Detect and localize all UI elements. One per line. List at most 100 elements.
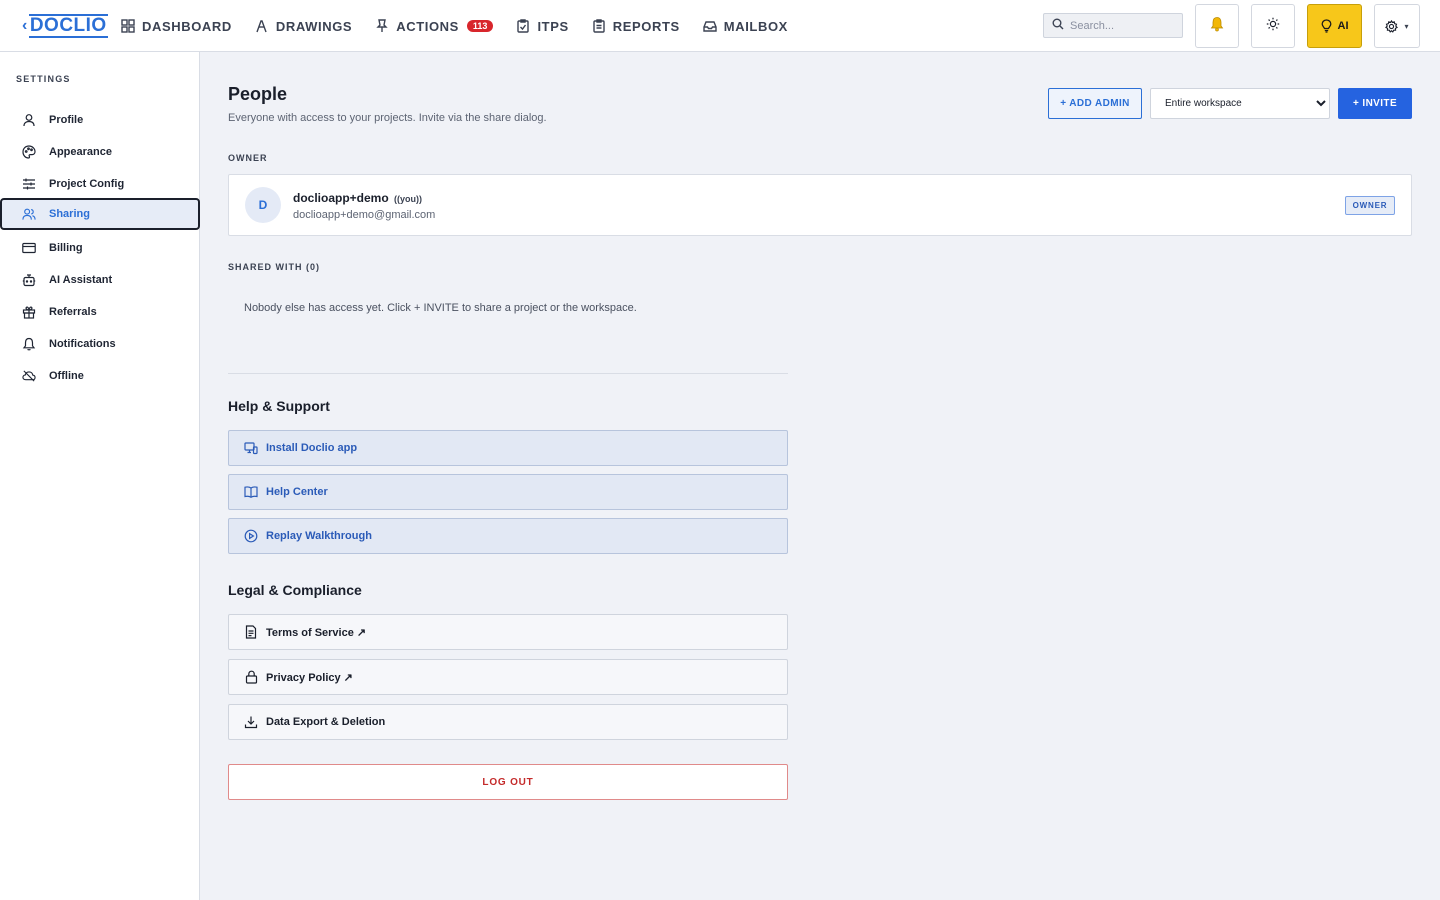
nav-dashboard[interactable]: DASHBOARD xyxy=(120,18,232,34)
legal-section-title: Legal & Compliance xyxy=(228,582,362,598)
bot-icon xyxy=(22,273,36,287)
link-label: Privacy Policy ↗ xyxy=(266,671,353,684)
nav-label: ITPS xyxy=(537,18,569,34)
sidebar-item-billing[interactable]: Billing xyxy=(0,232,200,264)
document-icon xyxy=(244,625,258,639)
sidebar-item-label: Notifications xyxy=(49,338,116,350)
notifications-button[interactable] xyxy=(1195,4,1239,48)
privacy-policy-link[interactable]: Privacy Policy ↗ xyxy=(228,659,788,695)
sidebar-item-appearance[interactable]: Appearance xyxy=(0,136,200,168)
theme-toggle-button[interactable] xyxy=(1251,4,1295,48)
doclio-logo[interactable]: ‹ DOCLIO xyxy=(22,12,108,40)
replay-walkthrough-link[interactable]: Replay Walkthrough xyxy=(228,518,788,554)
sidebar-item-label: Sharing xyxy=(49,208,90,220)
pin-icon xyxy=(374,18,390,34)
settings-menu-button[interactable]: ▾ xyxy=(1374,4,1420,48)
logo-chevron: ‹ xyxy=(22,17,28,34)
search-box[interactable] xyxy=(1043,13,1183,38)
nav-label: ACTIONS xyxy=(396,18,459,34)
sidebar-heading: SETTINGS xyxy=(16,74,71,84)
owner-name-line: doclioapp+demo ((you)) xyxy=(293,191,422,205)
gear-icon xyxy=(1385,19,1399,33)
install-app-link[interactable]: Install Doclio app xyxy=(228,430,788,466)
nav-itps[interactable]: ITPS xyxy=(515,18,568,34)
sidebar-item-sharing[interactable]: Sharing xyxy=(0,198,200,230)
palette-icon xyxy=(22,145,36,159)
scope-select[interactable]: Entire workspace xyxy=(1150,88,1330,119)
owner-name: doclioapp+demo xyxy=(293,191,389,205)
main-nav: DASHBOARD DRAWINGS ACTIONS 113 ITPS REPO… xyxy=(120,0,810,52)
shared-section-label: SHARED WITH (0) xyxy=(228,262,320,272)
owner-section-label: OWNER xyxy=(228,153,268,163)
top-bar: ‹ DOCLIO DASHBOARD DRAWINGS ACTIONS 113 xyxy=(0,0,1440,52)
monitor-phone-icon xyxy=(244,441,258,455)
lightbulb-icon xyxy=(1321,19,1332,33)
nav-label: REPORTS xyxy=(612,18,680,34)
nav-actions[interactable]: ACTIONS 113 xyxy=(374,18,494,34)
help-center-link[interactable]: Help Center xyxy=(228,474,788,510)
avatar: D xyxy=(245,187,281,223)
sidebar-item-label: Billing xyxy=(49,242,83,254)
log-out-button[interactable]: LOG OUT xyxy=(228,764,788,800)
link-label: Terms of Service ↗ xyxy=(266,626,367,639)
sidebar-item-project-config[interactable]: Project Config xyxy=(0,168,200,200)
sidebar-item-label: Project Config xyxy=(49,178,125,190)
play-circle-icon xyxy=(244,529,258,543)
page-subtitle: Everyone with access to your projects. I… xyxy=(228,112,547,124)
nav-label: DASHBOARD xyxy=(142,18,232,34)
settings-sidebar: SETTINGS Profile Appearance Project Conf… xyxy=(0,52,200,900)
search-input[interactable] xyxy=(1070,19,1170,32)
cloud-off-icon xyxy=(22,369,36,383)
ai-label: AI xyxy=(1337,20,1349,32)
gift-icon xyxy=(22,305,36,319)
lock-icon xyxy=(244,670,258,684)
sidebar-item-label: AI Assistant xyxy=(49,274,113,286)
data-export-deletion-link[interactable]: Data Export & Deletion xyxy=(228,704,788,740)
sun-icon xyxy=(1266,17,1280,36)
nav-reports[interactable]: REPORTS xyxy=(591,18,680,34)
owner-email: doclioapp+demo@gmail.com xyxy=(293,209,436,221)
bell-icon xyxy=(1209,16,1225,37)
sidebar-item-label: Referrals xyxy=(49,306,97,318)
sidebar-item-offline[interactable]: Offline xyxy=(0,360,200,392)
section-divider xyxy=(228,373,788,374)
bell-icon xyxy=(22,337,36,351)
help-section-title: Help & Support xyxy=(228,398,330,414)
link-label: Replay Walkthrough xyxy=(266,530,372,542)
sidebar-item-profile[interactable]: Profile xyxy=(0,104,200,136)
link-label: Data Export & Deletion xyxy=(266,716,386,728)
nav-label: MAILBOX xyxy=(723,18,788,34)
chevron-down-icon: ▾ xyxy=(1404,21,1409,31)
user-icon xyxy=(22,113,36,127)
sidebar-item-ai-assistant[interactable]: AI Assistant xyxy=(0,264,200,296)
owner-role-badge: OWNER xyxy=(1345,196,1395,215)
grid-icon xyxy=(120,18,136,34)
download-icon xyxy=(244,715,258,729)
ai-button[interactable]: AI xyxy=(1307,4,1362,48)
sliders-icon xyxy=(22,177,36,191)
nav-label: DRAWINGS xyxy=(275,18,353,34)
pen-icon xyxy=(254,18,270,34)
nav-mailbox[interactable]: MAILBOX xyxy=(702,18,788,34)
invite-button[interactable]: + INVITE xyxy=(1338,88,1412,119)
sidebar-item-referrals[interactable]: Referrals xyxy=(0,296,200,328)
search-icon xyxy=(1052,17,1064,35)
page-title: People xyxy=(228,84,288,104)
terms-of-service-link[interactable]: Terms of Service ↗ xyxy=(228,614,788,650)
logo-text: DOCLIO xyxy=(28,14,108,38)
owner-card: D doclioapp+demo ((you)) doclioapp+demo@… xyxy=(228,174,1412,236)
sidebar-item-label: Profile xyxy=(49,114,84,126)
credit-card-icon xyxy=(22,241,36,255)
actions-count-badge: 113 xyxy=(466,20,494,32)
sidebar-item-label: Offline xyxy=(49,370,84,382)
nav-drawings[interactable]: DRAWINGS xyxy=(254,18,352,34)
inbox-icon xyxy=(702,18,718,34)
sidebar-item-notifications[interactable]: Notifications xyxy=(0,328,200,360)
clipboard-icon xyxy=(591,18,607,34)
sidebar-item-label: Appearance xyxy=(49,146,112,158)
clipboard-check-icon xyxy=(515,18,531,34)
users-icon xyxy=(22,207,36,221)
you-tag: ((you)) xyxy=(394,194,423,204)
book-icon xyxy=(244,485,258,499)
add-admin-button[interactable]: + ADD ADMIN xyxy=(1048,88,1142,119)
